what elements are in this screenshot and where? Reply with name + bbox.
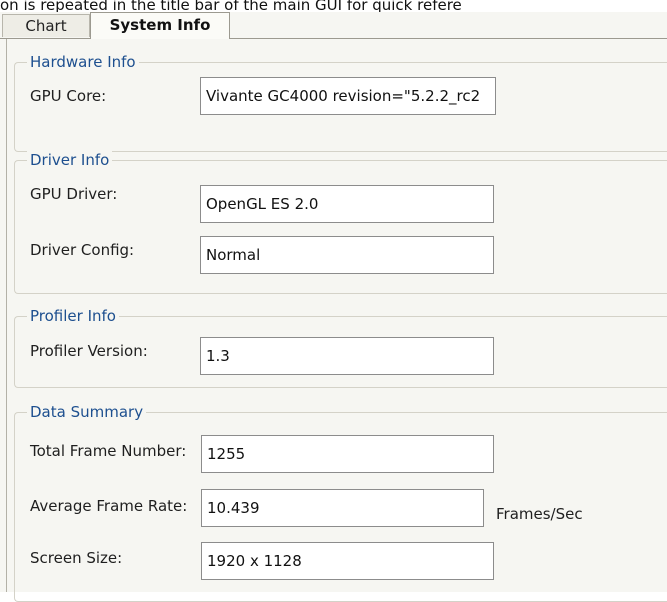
gpu-driver-field[interactable]: OpenGL ES 2.0	[200, 185, 494, 223]
tab-system-info[interactable]: System Info	[90, 12, 230, 39]
gpu-driver-label: GPU Driver:	[30, 185, 118, 203]
screen-size-field[interactable]: 1920 x 1128	[201, 542, 494, 580]
data-summary-legend: Data Summary	[27, 403, 147, 421]
gpu-core-field[interactable]: Vivante GC4000 revision="5.2.2_rc2	[200, 77, 496, 115]
driver-config-label: Driver Config:	[30, 241, 135, 259]
tab-bar: Chart System Info	[0, 12, 667, 39]
system-info-panel: Chart System Info Hardware Info GPU Core…	[0, 12, 667, 602]
gpu-core-label: GPU Core:	[30, 87, 107, 105]
profiler-version-field[interactable]: 1.3	[200, 337, 494, 375]
total-frame-number-field[interactable]: 1255	[201, 435, 494, 473]
profiler-info-legend: Profiler Info	[27, 307, 119, 325]
panel-left-border	[6, 39, 7, 592]
driver-info-legend: Driver Info	[27, 151, 113, 169]
document-caption-text: on is repeated in the title bar of the m…	[0, 0, 462, 12]
frame-rate-unit-label: Frames/Sec	[496, 505, 583, 523]
average-frame-rate-field[interactable]: 10.439	[201, 489, 484, 527]
tab-chart[interactable]: Chart	[2, 14, 90, 37]
screen-size-label: Screen Size:	[30, 549, 123, 567]
hardware-info-legend: Hardware Info	[27, 53, 139, 71]
driver-config-field[interactable]: Normal	[200, 236, 494, 274]
average-frame-rate-label: Average Frame Rate:	[30, 497, 188, 515]
total-frame-number-label: Total Frame Number:	[30, 442, 187, 460]
profiler-version-label: Profiler Version:	[30, 342, 148, 360]
